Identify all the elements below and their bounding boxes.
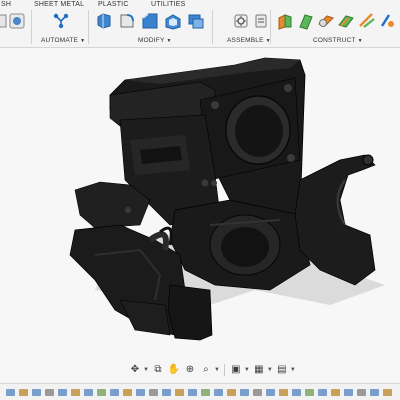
timeline-feature-icon[interactable] [370,389,379,396]
look-at-icon[interactable]: ⧉ [151,363,165,377]
group-divider [270,10,271,44]
timeline-feature-icon[interactable] [214,389,223,396]
fillet-icon[interactable] [118,12,136,30]
3d-viewport[interactable] [0,49,400,359]
screw-hole [211,101,219,109]
screw-hole [201,179,209,187]
new-component-icon[interactable] [232,12,250,30]
timeline-feature-icon[interactable] [136,389,145,396]
sheet-metal-tool-icon[interactable] [8,12,26,30]
chevron-down-icon[interactable]: ▼ [214,367,220,373]
automate-group-label[interactable]: AUTOMATE ▼ [41,37,85,44]
timeline-feature-icon[interactable] [71,389,80,396]
fusion-app-window: SH SHEET METAL PLASTIC UTILITIES AUTOMAT… [0,0,400,400]
group-divider [31,10,32,44]
fit-icon[interactable]: ⌕ [199,363,213,377]
screw-hole [287,154,295,162]
chamfer-icon[interactable] [141,12,159,30]
assemble-group-label[interactable]: ASSEMBLE ▼ [227,37,271,44]
ribbon-toolbar: SH SHEET METAL PLASTIC UTILITIES AUTOMAT… [0,0,400,48]
timeline-feature-icon[interactable] [292,389,301,396]
combine-icon[interactable] [187,12,205,30]
axis-icon[interactable] [358,12,376,30]
tab-mesh[interactable]: SH [1,1,11,8]
viewports-icon[interactable]: ▤ [275,363,289,377]
timeline-feature-icon[interactable] [383,389,392,396]
chevron-down-icon[interactable]: ▼ [143,367,149,373]
offset-plane-icon[interactable] [276,12,294,30]
timeline-feature-icon[interactable] [240,389,249,396]
timeline-feature-icon[interactable] [58,389,67,396]
timeline-feature-icon[interactable] [331,389,340,396]
plane-at-angle-icon[interactable] [297,12,315,30]
modify-group-label[interactable]: MODIFY ▼ [138,37,172,44]
chevron-down-icon[interactable]: ▼ [290,367,296,373]
model-canvas[interactable] [0,49,400,359]
tab-plastic[interactable]: PLASTIC [98,1,129,8]
timeline-feature-icon[interactable] [201,389,210,396]
timeline-feature-icon[interactable] [149,389,158,396]
timeline-feature-icon[interactable] [175,389,184,396]
construct-group-label[interactable]: CONSTRUCT ▼ [313,37,363,44]
timeline-feature-icon[interactable] [45,389,54,396]
chevron-down-icon[interactable]: ▼ [244,367,250,373]
tab-utilities[interactable]: UTILITIES [151,1,185,8]
joint-icon[interactable] [252,12,270,30]
display-settings-icon[interactable]: ▣ [229,363,243,377]
zoom-icon[interactable]: ⊕ [183,363,197,377]
navigation-bar: ✥ ▼ ⧉ ✋ ⊕ ⌕ ▼ ▣ ▼ ▦ ▼ ▤ ▼ [128,361,296,379]
tangent-plane-icon[interactable] [317,12,335,30]
timeline-feature-icon[interactable] [318,389,327,396]
timeline-feature-icon[interactable] [84,389,93,396]
point-icon[interactable] [379,12,397,30]
midplane-icon[interactable] [337,12,355,30]
timeline-feature-icon[interactable] [279,389,288,396]
grid-settings-icon[interactable]: ▦ [252,363,266,377]
screw-hole [284,84,292,92]
timeline-feature-icon[interactable] [305,389,314,396]
timeline-feature-icon[interactable] [357,389,366,396]
timeline-bar [0,383,400,400]
group-divider [212,10,213,44]
pan-icon[interactable]: ✋ [167,363,181,377]
timeline-feature-icon[interactable] [188,389,197,396]
timeline-feature-icon[interactable] [162,389,171,396]
timeline-feature-icon[interactable] [123,389,132,396]
press-pull-icon[interactable] [95,12,113,30]
chevron-down-icon[interactable]: ▼ [267,367,273,373]
timeline-feature-icon[interactable] [6,389,15,396]
automate-icon[interactable] [52,12,70,30]
timeline-feature-icon[interactable] [110,389,119,396]
screw-hole [211,180,217,186]
timeline-feature-icon[interactable] [227,389,236,396]
timeline-feature-icon[interactable] [19,389,28,396]
orbit-icon[interactable]: ✥ [128,363,142,377]
separator [223,364,225,376]
timeline-feature-icon[interactable] [344,389,353,396]
shell-icon[interactable] [164,12,182,30]
timeline-feature-icon[interactable] [253,389,262,396]
timeline-feature-icon[interactable] [266,389,275,396]
tab-sheet-metal[interactable]: SHEET METAL [34,1,84,8]
timeline-feature-icon[interactable] [32,389,41,396]
group-divider [88,10,89,44]
timeline-feature-icon[interactable] [97,389,106,396]
